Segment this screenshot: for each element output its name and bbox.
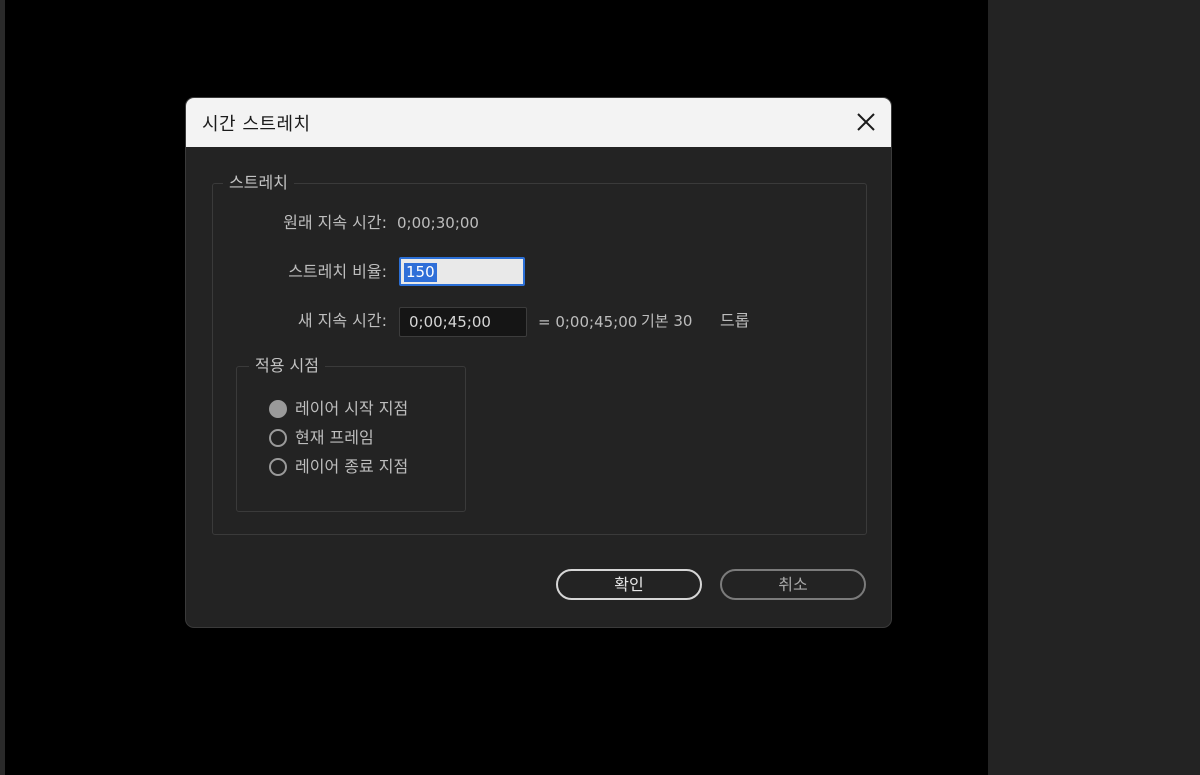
radio-checked-icon	[269, 400, 287, 418]
new-duration-label: 새 지속 시간:	[297, 311, 387, 330]
timebase-text: 기본 30	[641, 312, 693, 330]
left-panel-edge	[0, 0, 5, 775]
new-duration-equals: = 0;00;45;00	[538, 313, 638, 331]
right-panel	[988, 0, 1200, 775]
stretch-group: 스트레치 원래 지속 시간: 0;00;30;00 스트레치 비율: 150 새…	[212, 173, 867, 535]
ok-button[interactable]: 확인	[556, 569, 702, 600]
time-stretch-dialog: 시간 스트레치 스트레치 원래 지속 시간: 0;00;30;00 스트레치 비…	[186, 98, 891, 627]
radio-label: 레이어 시작 지점	[295, 399, 409, 418]
apply-point-group: 적용 시점 레이어 시작 지점 현재 프레임 레이어 종료 지점	[236, 356, 466, 512]
dialog-title: 시간 스트레치	[202, 114, 311, 135]
close-icon	[857, 113, 875, 131]
stretch-ratio-input[interactable]: 150	[399, 257, 525, 286]
radio-label: 현재 프레임	[295, 428, 374, 447]
original-duration-value: 0;00;30;00	[397, 214, 479, 232]
cancel-button[interactable]: 취소	[720, 569, 866, 600]
radio-label: 레이어 종료 지점	[295, 457, 409, 476]
apply-point-legend: 적용 시점	[249, 356, 325, 376]
radio-unchecked-icon	[269, 458, 287, 476]
radio-unchecked-icon	[269, 429, 287, 447]
stretch-ratio-value: 150	[404, 263, 437, 282]
drop-frame-text: 드롭	[720, 311, 750, 330]
stretch-ratio-label: 스트레치 비율:	[288, 262, 387, 281]
stretch-group-legend: 스트레치	[223, 173, 294, 193]
new-duration-input[interactable]: 0;00;45;00	[399, 307, 527, 337]
close-button[interactable]	[853, 109, 879, 135]
dialog-titlebar: 시간 스트레치	[186, 98, 891, 147]
original-duration-label: 원래 지속 시간:	[283, 213, 387, 232]
